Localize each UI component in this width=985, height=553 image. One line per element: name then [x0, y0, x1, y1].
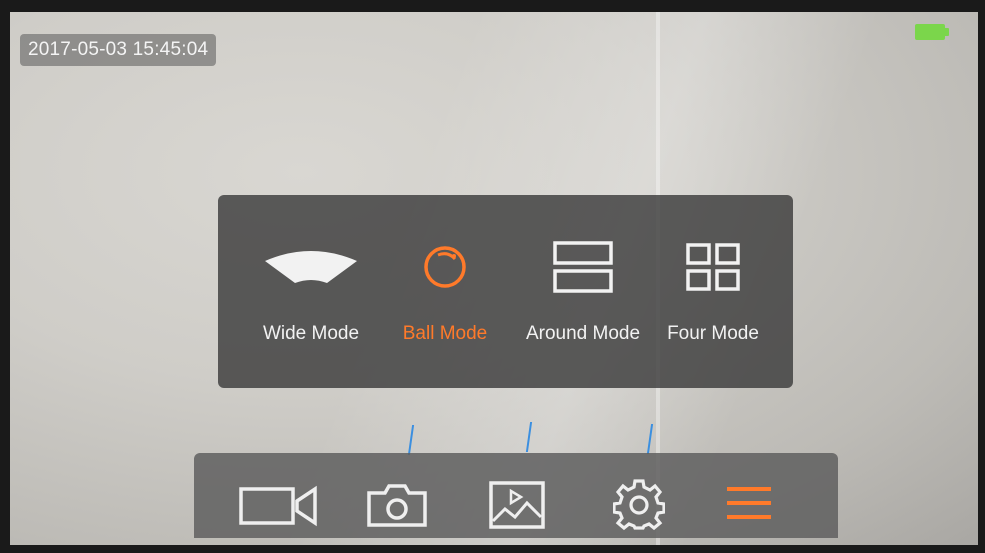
battery-icon [915, 24, 949, 40]
menu-button[interactable] [714, 475, 784, 535]
settings-button[interactable] [604, 475, 674, 535]
wide-mode-label: Wide Mode [262, 323, 360, 344]
four-mode-icon [686, 243, 740, 291]
video-camera-icon [239, 485, 317, 527]
menu-icon [727, 487, 771, 519]
ball-mode-label: Ball Mode [402, 323, 488, 344]
around-mode-label: Around Mode [525, 323, 641, 344]
video-record-button[interactable] [234, 475, 324, 535]
four-mode-label: Four Mode [667, 323, 759, 344]
bottom-toolbar [194, 453, 838, 538]
around-mode-option[interactable]: Around Mode [508, 195, 658, 388]
ball-mode-option[interactable]: Ball Mode [386, 195, 504, 388]
four-mode-option[interactable]: Four Mode [653, 195, 773, 388]
gallery-icon [489, 481, 545, 529]
gallery-button[interactable] [482, 475, 552, 535]
around-mode-icon [553, 241, 613, 293]
wide-mode-icon [265, 251, 357, 283]
camera-icon [367, 484, 427, 527]
gear-icon [613, 479, 665, 531]
mode-selection-panel: Wide Mode Ball Mode Around Mode Four Mod… [218, 195, 793, 388]
ball-mode-icon [424, 246, 466, 288]
wide-mode-option[interactable]: Wide Mode [246, 195, 376, 388]
timestamp-overlay: 2017-05-03 15:45:04 [20, 34, 217, 66]
photo-capture-button[interactable] [362, 475, 432, 535]
